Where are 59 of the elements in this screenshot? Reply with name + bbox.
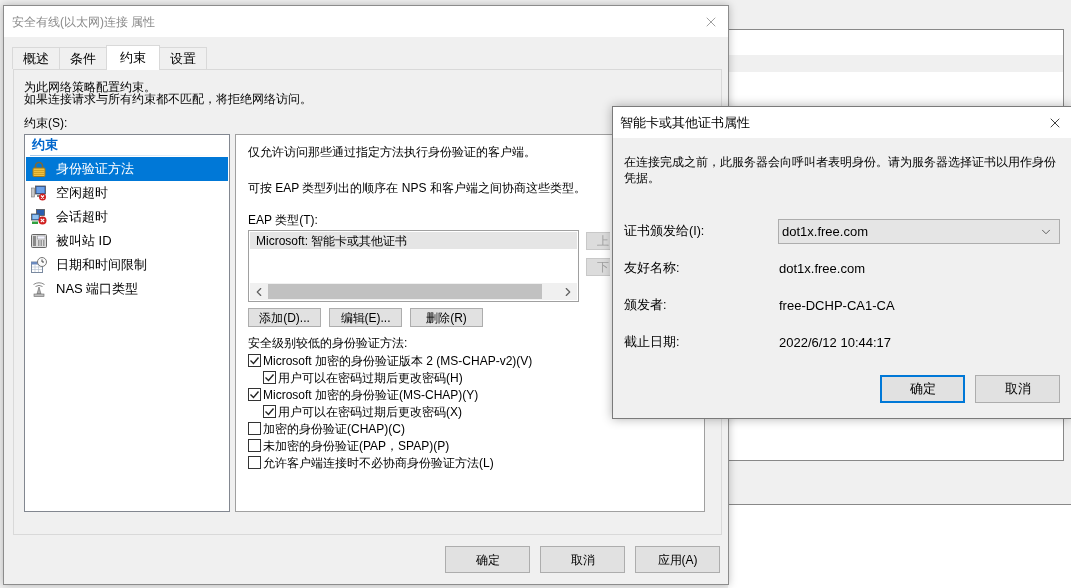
field-value: free-DCHP-CA1-CA xyxy=(778,296,895,315)
list-item[interactable]: 会话超时 xyxy=(26,205,228,229)
dialog-button[interactable]: 取消 xyxy=(975,375,1060,403)
checkbox-label: 用户可以在密码过期后更改密码(X) xyxy=(278,404,462,419)
dialog-button[interactable]: 确定 xyxy=(880,375,965,403)
less-secure-label: 安全级别较低的身份验证方法: xyxy=(248,337,408,349)
checkbox-label: Microsoft 加密的身份验证(MS-CHAP)(Y) xyxy=(263,387,479,402)
eap-action-button[interactable]: 添加(D)... xyxy=(248,308,321,327)
field-label: 证书颁发给(I): xyxy=(624,223,706,241)
computer-error-icon xyxy=(31,185,47,201)
list-item[interactable]: 空闲超时 xyxy=(26,181,228,205)
checkbox[interactable] xyxy=(248,456,261,469)
eap-action-button[interactable]: 删除(R) xyxy=(410,308,483,327)
list-item[interactable]: NAS 端口类型 xyxy=(26,277,228,301)
description-text: 仅允许访问那些通过指定方法执行身份验证的客户端。 xyxy=(248,146,536,158)
intro-text: 如果连接请求与所有约束都不匹配，将拒绝网络访问。 xyxy=(24,93,312,105)
checkbox[interactable] xyxy=(248,354,261,367)
checkbox-label: 允许客户端连接时不必协商身份验证方法(L) xyxy=(263,455,494,470)
checkbox-label: Microsoft 加密的身份验证版本 2 (MS-CHAP-v2)(V) xyxy=(263,353,533,368)
dialog-button[interactable]: 取消 xyxy=(540,546,625,573)
list-item[interactable]: Microsoft: 智能卡或其他证书 xyxy=(250,232,577,249)
tab[interactable]: 设置 xyxy=(159,47,207,69)
intro-text: 为此网络策略配置约束。 xyxy=(24,81,156,93)
field-value: dot1x.free.com xyxy=(778,259,865,278)
dialog-button[interactable]: 确定 xyxy=(445,546,530,573)
list-header: 约束 xyxy=(31,136,59,155)
padlock-icon xyxy=(31,161,47,177)
list-item[interactable]: 被叫站 ID xyxy=(26,229,228,253)
eap-types-label: EAP 类型(T): xyxy=(248,214,318,226)
eap-action-button[interactable]: 编辑(E)... xyxy=(329,308,402,327)
checkbox[interactable] xyxy=(248,388,261,401)
field-value: 2022/6/12 10:44:17 xyxy=(778,333,892,352)
antenna-icon xyxy=(31,281,47,297)
telephone-icon xyxy=(31,233,47,249)
checkbox-label: 加密的身份验证(CHAP)(C) xyxy=(263,421,405,436)
checkbox[interactable] xyxy=(263,405,276,418)
horizontal-scrollbar[interactable] xyxy=(250,283,577,300)
field-label: 友好名称: xyxy=(624,260,681,278)
window-title: 智能卡或其他证书属性 xyxy=(620,113,750,132)
certificate-dropdown[interactable]: dot1x.free.com xyxy=(778,219,1060,244)
dialog-button[interactable]: 应用(A) xyxy=(635,546,720,573)
tab[interactable]: 概述 xyxy=(12,47,60,69)
scrollbar-thumb[interactable] xyxy=(268,284,542,299)
checkbox-label: 未加密的身份验证(PAP，SPAP)(P) xyxy=(263,438,450,453)
description-text: 可按 EAP 类型列出的顺序在 NPS 和客户端之间协商这些类型。 xyxy=(248,182,586,194)
list-item[interactable]: 日期和时间限制 xyxy=(26,253,228,277)
checkbox[interactable] xyxy=(248,439,261,452)
checkbox-label: 用户可以在密码过期后更改密码(H) xyxy=(278,370,463,385)
computers-error-icon xyxy=(31,209,47,225)
checkbox[interactable] xyxy=(248,422,261,435)
list-item[interactable]: 身份验证方法 xyxy=(26,157,228,181)
checkbox[interactable] xyxy=(263,371,276,384)
field-label: 截止日期: xyxy=(624,334,681,352)
window-title: 安全有线(以太网)连接 属性 xyxy=(12,13,156,31)
field-label: 颁发者: xyxy=(624,297,668,315)
description-text: 在连接完成之前，此服务器会向呼叫者表明身份。请为服务器选择证书以用作身份凭据。 xyxy=(624,154,1057,186)
constraints-label: 约束(S): xyxy=(24,117,68,129)
tab[interactable]: 约束 xyxy=(106,45,160,70)
calendar-clock-icon xyxy=(31,257,47,273)
